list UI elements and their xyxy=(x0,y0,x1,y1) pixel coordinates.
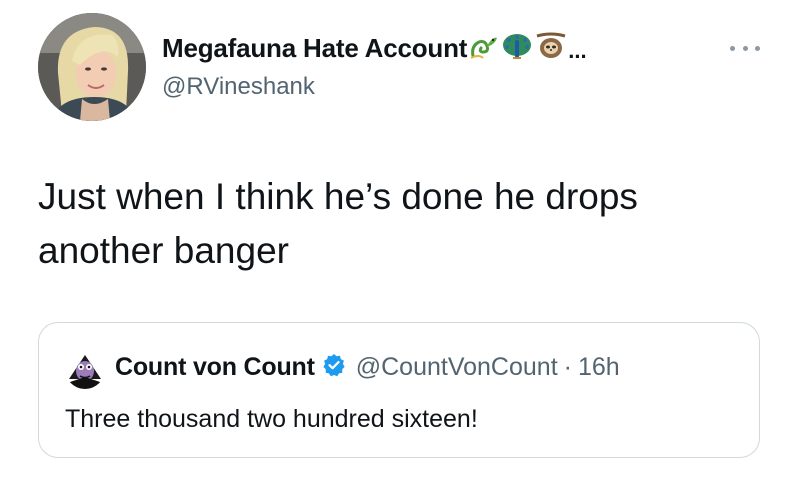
quoted-tweet-text: Three thousand two hundred sixteen! xyxy=(65,405,478,433)
author-avatar[interactable] xyxy=(38,13,146,121)
author-display-name[interactable]: Megafauna Hate Account xyxy=(162,33,467,64)
quoted-author-display-name[interactable]: Count von Count xyxy=(115,353,315,382)
separator-dot: · xyxy=(563,353,572,381)
tweet: Megafauna Hate Account ... @RVineshank J… xyxy=(0,0,800,478)
sloth-icon xyxy=(535,32,567,65)
dragon-icon xyxy=(469,32,499,65)
quoted-tweet-header: Count von Count @CountVonCount · 16h xyxy=(115,353,620,382)
quoted-author-avatar[interactable] xyxy=(65,349,105,389)
quoted-tweet-card[interactable]: Count von Count @CountVonCount · 16h Thr… xyxy=(38,322,760,458)
name-truncation: ... xyxy=(568,37,587,63)
author-name-row[interactable]: Megafauna Hate Account ... xyxy=(162,32,587,65)
tweet-text: Just when I think he’s done he drops ano… xyxy=(38,176,638,271)
verified-badge-icon xyxy=(322,353,346,382)
author-handle[interactable]: @RVineshank xyxy=(162,73,315,101)
peacock-icon xyxy=(501,32,533,65)
quoted-tweet-time[interactable]: 16h xyxy=(578,353,620,382)
more-options-icon[interactable] xyxy=(730,43,760,53)
quoted-author-handle[interactable]: @CountVonCount xyxy=(356,353,558,382)
